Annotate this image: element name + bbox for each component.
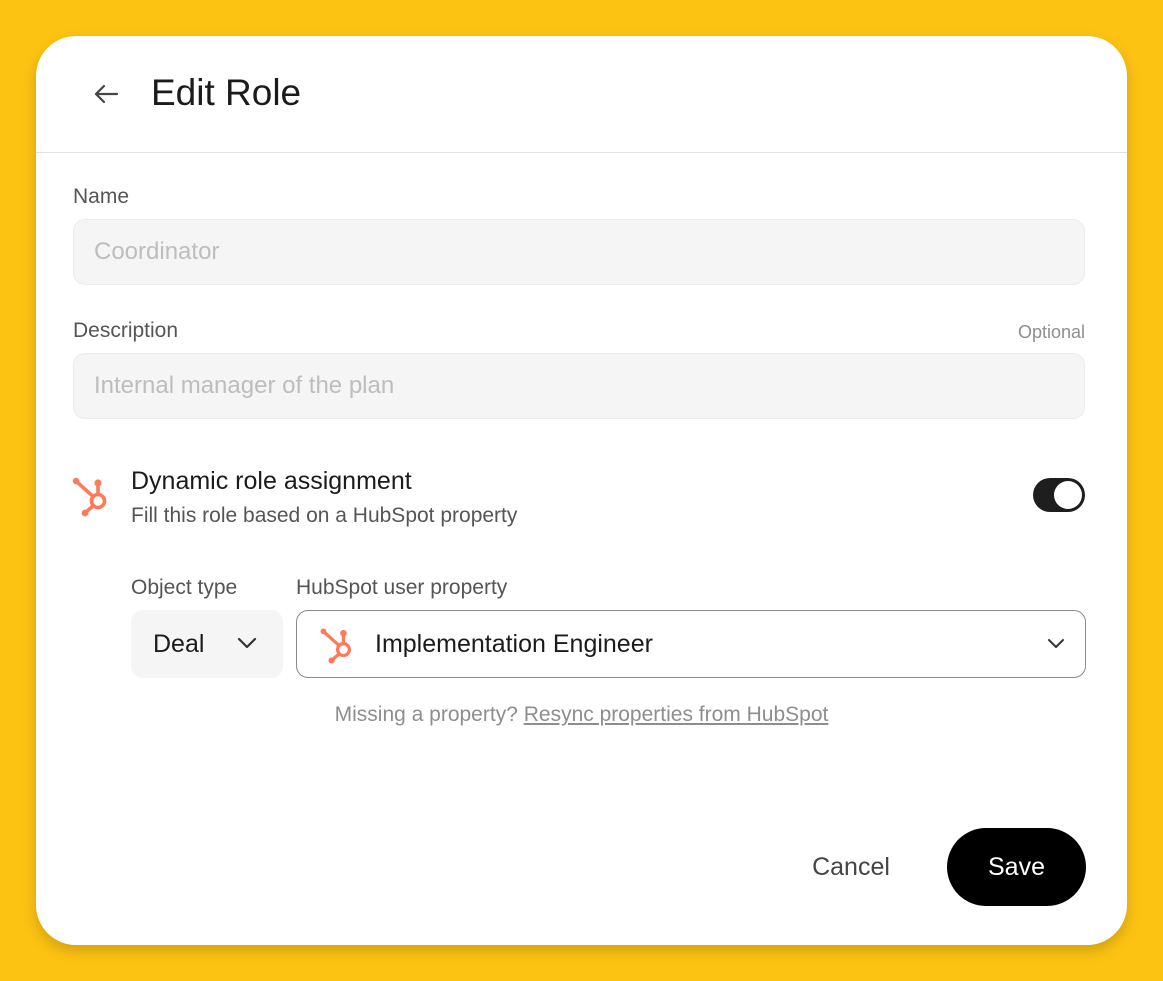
dialog-header: Edit Role [36, 36, 1127, 153]
optional-label: Optional [1017, 322, 1085, 342]
name-label: Name [73, 185, 130, 208]
arrow-left-icon [94, 84, 119, 104]
hubspot-icon [320, 628, 351, 664]
description-input[interactable] [73, 353, 1085, 419]
edit-role-dialog: Edit Role Name Description Optional Dyna… [36, 36, 1127, 945]
back-button[interactable] [88, 76, 124, 112]
dynamic-assignment-toggle[interactable] [1033, 478, 1085, 512]
save-button[interactable]: Save [947, 828, 1086, 906]
hint-text: Missing a property? [334, 703, 518, 726]
page-title: Edit Role [151, 72, 302, 113]
chevron-down-icon [237, 637, 257, 649]
object-type-select[interactable]: Deal [131, 610, 283, 678]
hubspot-icon [72, 477, 107, 517]
object-type-value: Deal [153, 630, 205, 658]
dynamic-assignment-title: Dynamic role assignment [131, 467, 412, 495]
user-property-select[interactable]: Implementation Engineer [296, 610, 1086, 678]
dynamic-assignment-subtitle: Fill this role based on a HubSpot proper… [131, 504, 518, 527]
user-property-label: HubSpot user property [296, 576, 508, 599]
description-label: Description [73, 319, 179, 342]
cancel-button[interactable]: Cancel [788, 828, 914, 906]
name-input[interactable] [73, 219, 1085, 285]
missing-property-hint: Missing a property? Resync properties fr… [36, 702, 1127, 728]
user-property-value: Implementation Engineer [375, 630, 653, 658]
chevron-down-icon [1048, 639, 1064, 648]
object-type-label: Object type [131, 576, 238, 599]
toggle-knob [1054, 481, 1082, 509]
resync-properties-link[interactable]: Resync properties from HubSpot [524, 703, 829, 726]
